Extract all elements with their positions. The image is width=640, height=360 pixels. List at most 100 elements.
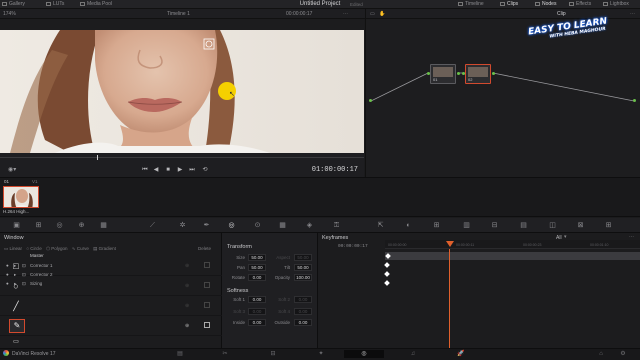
keyframes-icon[interactable]: ⊞ bbox=[432, 221, 441, 230]
node-options-icon[interactable]: ⋯ bbox=[630, 10, 635, 19]
export-icon[interactable]: ⊠ bbox=[576, 221, 585, 230]
hand-icon[interactable]: ✋ bbox=[379, 10, 385, 19]
skip-start-icon[interactable]: ⏮ bbox=[141, 167, 149, 173]
qualifier-icon[interactable]: ✒ bbox=[202, 221, 211, 230]
curves-icon[interactable]: ⟋ bbox=[148, 221, 157, 230]
scopes-icon[interactable]: ▥ bbox=[462, 221, 471, 230]
inside-field[interactable]: 0.00 bbox=[248, 319, 266, 326]
color-page-icon[interactable]: ◎ bbox=[344, 350, 384, 358]
nodes-tab[interactable]: Nodes bbox=[535, 1, 556, 8]
node-input-port[interactable] bbox=[462, 72, 465, 75]
color-match-icon[interactable]: ⊞ bbox=[34, 221, 43, 230]
fairlight-page-icon[interactable]: ♫ bbox=[408, 350, 418, 358]
home-icon[interactable]: ⌂ bbox=[596, 350, 606, 358]
node-editor[interactable]: 01 02 bbox=[365, 19, 640, 177]
expand-icon[interactable]: ▸ bbox=[14, 279, 16, 288]
play-reverse-icon[interactable]: ◀ bbox=[152, 167, 160, 173]
cut-page-icon[interactable]: ✂ bbox=[220, 350, 230, 358]
blur-icon[interactable]: ◈ bbox=[305, 221, 314, 230]
media-page-icon[interactable]: ▤ bbox=[175, 350, 185, 358]
soft3-field[interactable]: 0.00 bbox=[248, 308, 266, 315]
media-pool-label: Media Pool bbox=[87, 1, 113, 7]
keyframe-track-corrector-2[interactable]: ● ▸ ⊡ Corrector 2 bbox=[0, 270, 322, 279]
expand-icon[interactable]: ▸ bbox=[14, 270, 16, 279]
mask-toggle-icon[interactable] bbox=[204, 322, 210, 328]
gallery-label: Gallery bbox=[9, 1, 25, 7]
keyframe-dot-icon[interactable]: ● bbox=[6, 270, 9, 279]
audio-icon[interactable]: ▤ bbox=[519, 221, 528, 230]
settings-icon[interactable]: ⚙ bbox=[618, 350, 628, 358]
node-tool-icon[interactable]: ▭ bbox=[370, 10, 375, 19]
camera-raw-icon[interactable]: ▣ bbox=[12, 221, 21, 230]
viewer-mode-icon[interactable]: ◉▾ bbox=[8, 166, 16, 173]
keyframe-track-corrector-1[interactable]: ● ▸ ⊡ Corrector 1 bbox=[0, 261, 322, 270]
keyframe-current-timecode: 00:00:00:17 bbox=[338, 244, 368, 249]
node-output-port[interactable] bbox=[492, 72, 495, 75]
tracker-icon[interactable]: ⊙ bbox=[253, 221, 262, 230]
keyframe-track-master[interactable]: Master bbox=[0, 251, 322, 260]
invert-icon[interactable]: ⊕ bbox=[185, 303, 189, 309]
edit-page-icon[interactable]: ⊟ bbox=[268, 350, 278, 358]
timeline-tab[interactable]: Timeline bbox=[458, 1, 484, 8]
window-icon[interactable]: ◎ bbox=[227, 221, 236, 230]
lightbox-tab[interactable]: Lightbox bbox=[603, 1, 629, 8]
motion-effects-icon[interactable]: ▦ bbox=[99, 221, 108, 230]
viewer-options-icon[interactable]: ⋯ bbox=[343, 10, 348, 19]
color-wheels-icon[interactable]: ◎ bbox=[55, 221, 64, 230]
3d-icon[interactable]: ◐ bbox=[404, 221, 413, 230]
node-input-port[interactable] bbox=[427, 72, 430, 75]
line-window-icon[interactable]: ╱ bbox=[9, 299, 23, 313]
stop-icon[interactable]: ■ bbox=[164, 167, 172, 173]
key-icon[interactable]: ⚿ bbox=[332, 221, 341, 230]
rgb-mixer-icon[interactable]: ⊕ bbox=[77, 221, 86, 230]
keyframe-dot-icon[interactable]: ● bbox=[6, 261, 9, 270]
skip-end-icon[interactable]: ⏭ bbox=[188, 167, 196, 173]
soft2-field[interactable]: 0.00 bbox=[294, 296, 312, 303]
fusion-page-icon[interactable]: ✦ bbox=[316, 350, 326, 358]
link-icon[interactable]: ⊡ bbox=[22, 279, 26, 288]
luts-tab[interactable]: LUTs bbox=[46, 1, 64, 8]
clip-thumbnail-image bbox=[4, 187, 38, 207]
pen-window-icon[interactable]: ✎ bbox=[9, 319, 25, 333]
clip-thumbnail[interactable] bbox=[3, 186, 39, 208]
soft4-field[interactable]: 0.00 bbox=[294, 308, 312, 315]
media-pool-tab[interactable]: Media Pool bbox=[80, 1, 112, 8]
node-02[interactable]: 02 bbox=[465, 64, 491, 84]
timeline-selector[interactable]: Timeline 1 bbox=[167, 10, 190, 19]
scrubber-playhead[interactable] bbox=[97, 155, 98, 160]
clips-tab[interactable]: Clips bbox=[500, 1, 518, 8]
sizing-icon[interactable]: ⇱ bbox=[376, 221, 385, 230]
keyframe-track-sizing[interactable]: ● ▸ ⊡ Sizing bbox=[0, 279, 322, 288]
hdr-icon[interactable]: ✲ bbox=[178, 221, 187, 230]
scrubber-track[interactable] bbox=[0, 157, 364, 158]
invert-icon[interactable]: ⊕ bbox=[185, 323, 189, 329]
expand-icon[interactable]: ▸ bbox=[14, 261, 16, 270]
lightbox-label: Lightbox bbox=[610, 1, 629, 7]
link-icon[interactable]: ⊡ bbox=[22, 270, 26, 279]
deliver-page-icon[interactable]: 🚀 bbox=[456, 350, 466, 358]
keyframe-playhead-handle[interactable] bbox=[446, 241, 454, 247]
magic-mask-icon[interactable]: ▦ bbox=[278, 221, 287, 230]
output-port[interactable] bbox=[633, 99, 636, 102]
info-icon[interactable]: ⊟ bbox=[490, 221, 499, 230]
loop-icon[interactable]: ⟲ bbox=[201, 167, 209, 173]
outside-field[interactable]: 0.00 bbox=[294, 319, 312, 326]
node-mode-selector[interactable]: Clip bbox=[557, 10, 566, 19]
node-01[interactable]: 01 bbox=[430, 64, 456, 84]
source-input-port[interactable] bbox=[369, 99, 372, 102]
link-icon[interactable]: ⊡ bbox=[22, 261, 26, 270]
mask-toggle-icon[interactable] bbox=[204, 302, 210, 308]
gradient-window-icon[interactable]: ▭ bbox=[9, 338, 23, 346]
node-output-port[interactable] bbox=[457, 72, 460, 75]
keyframe-dot-icon[interactable]: ● bbox=[6, 279, 9, 288]
clip-number: 01 bbox=[4, 179, 10, 184]
effects-tab[interactable]: Effects bbox=[569, 1, 591, 8]
effects-label: Effects bbox=[576, 1, 592, 7]
zoom-level[interactable]: 174% bbox=[3, 10, 16, 19]
play-icon[interactable]: ▶ bbox=[176, 167, 184, 173]
stereo-icon[interactable]: ◫ bbox=[548, 221, 557, 230]
soft1-field[interactable]: 0.00 bbox=[248, 296, 266, 303]
video-viewer[interactable] bbox=[0, 30, 364, 153]
lut-icon[interactable]: ⊞ bbox=[604, 221, 613, 230]
gallery-tab[interactable]: Gallery bbox=[2, 1, 25, 8]
